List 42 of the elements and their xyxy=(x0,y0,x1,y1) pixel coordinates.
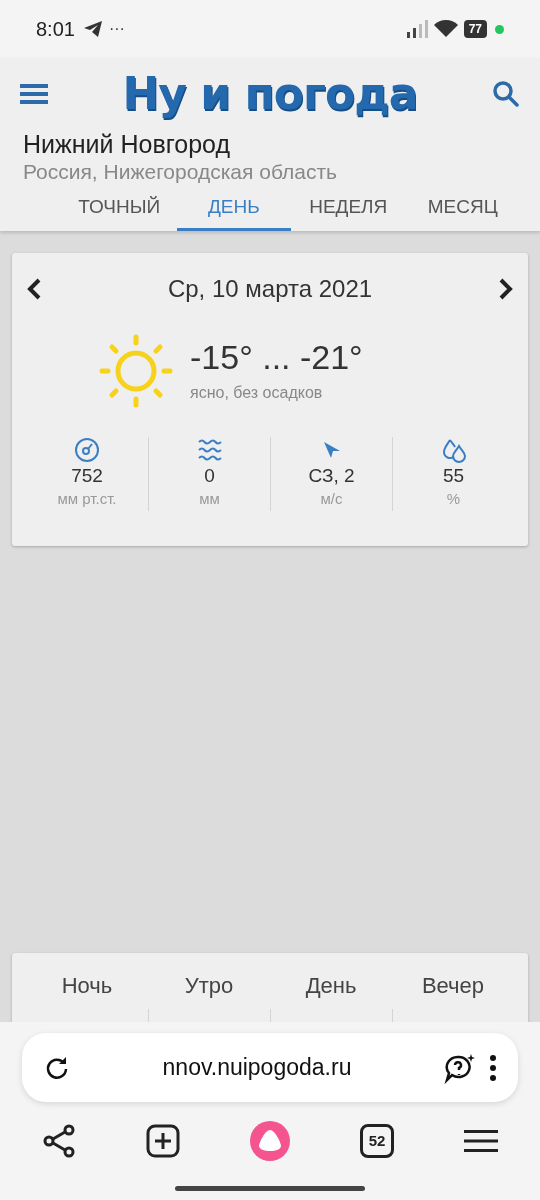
address-bar[interactable]: nnov.nuipogoda.ru xyxy=(22,1033,518,1102)
region-name: Россия, Нижегородская область xyxy=(22,159,338,185)
share-icon[interactable] xyxy=(42,1124,76,1158)
tab[interactable]: ТОЧНЫЙ xyxy=(62,186,177,231)
battery-indicator: 77 xyxy=(463,20,487,38)
stat-value: 55 xyxy=(442,464,465,488)
stat-unit: мм рт.ст. xyxy=(57,489,117,509)
stat-value: СЗ, 2 xyxy=(308,464,355,488)
stat-unit: м/с xyxy=(320,489,343,509)
site-logo[interactable]: Ну и погода xyxy=(122,69,418,119)
new-tab-icon[interactable] xyxy=(146,1124,180,1158)
tab-count-button[interactable]: 52 xyxy=(360,1124,394,1158)
assistant-icon[interactable] xyxy=(250,1121,290,1161)
signal-icon xyxy=(405,20,428,38)
sun-icon xyxy=(98,333,174,409)
weather-condition: ясно, без осадков xyxy=(190,383,324,403)
tab[interactable]: НЕДЕЛЯ xyxy=(291,186,406,231)
more-vertical-icon[interactable] xyxy=(490,1054,496,1081)
stat-unit: % xyxy=(446,489,461,509)
menu-icon[interactable] xyxy=(464,1129,498,1153)
more-dots: ··· xyxy=(108,19,125,39)
tab[interactable]: МЕСЯЦ xyxy=(405,186,520,231)
url-text[interactable]: nnov.nuipogoda.ru xyxy=(70,1050,444,1085)
direction-arrow-icon xyxy=(323,442,340,458)
stat-value: 752 xyxy=(71,464,103,488)
temperature-range: -15° ... -21° xyxy=(190,337,363,377)
forecast-date: Ср, 10 марта 2021 xyxy=(167,274,373,304)
city-name: Нижний Новгород xyxy=(22,130,231,158)
wifi-icon xyxy=(433,20,458,38)
gauge-icon xyxy=(74,437,100,463)
drops-icon xyxy=(440,437,467,463)
period-label: Вечер xyxy=(421,973,485,999)
stat-unit: мм xyxy=(199,489,220,509)
clock-time: 8:01 xyxy=(36,17,75,42)
search-icon[interactable] xyxy=(492,80,520,108)
period-label: День xyxy=(305,973,357,999)
period-label: Утро xyxy=(184,973,234,999)
stat-value: 0 xyxy=(204,464,215,488)
tab[interactable]: ДЕНЬ xyxy=(176,186,291,231)
waves-icon xyxy=(196,438,223,462)
paper-plane-icon xyxy=(82,20,103,38)
period-label: Ночь xyxy=(61,973,113,999)
